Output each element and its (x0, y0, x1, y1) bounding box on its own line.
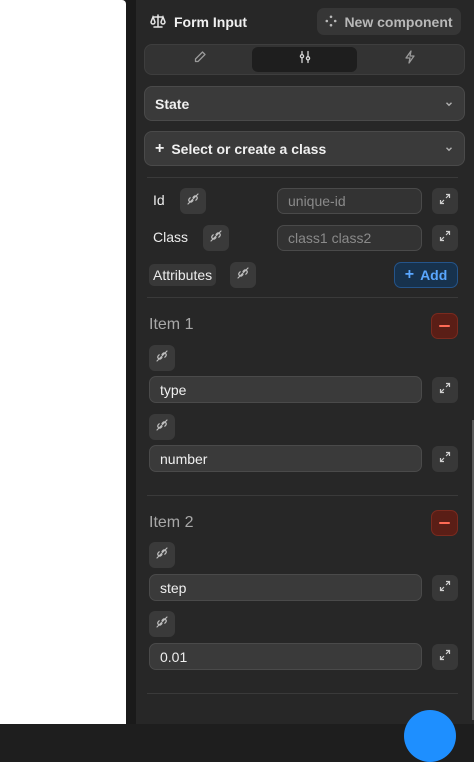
panel-tabs (144, 44, 465, 75)
minus-icon (439, 325, 450, 327)
divider (147, 693, 458, 694)
attributes-label: Attributes (149, 264, 217, 286)
unlink-icon (210, 229, 222, 247)
class-select[interactable]: + Select or create a class (144, 131, 465, 166)
tab-settings[interactable] (252, 47, 357, 72)
unlink-icon (237, 266, 249, 284)
expand-id-button[interactable] (432, 188, 458, 214)
minus-icon (439, 522, 450, 524)
new-component-button[interactable]: New component (317, 8, 461, 35)
new-component-label: New component (344, 13, 453, 30)
bind-toggle-value[interactable] (149, 611, 175, 637)
sparkle-icon (325, 14, 337, 30)
attribute-key-input[interactable]: type (149, 376, 422, 403)
lightning-icon (403, 50, 417, 69)
expand-key-button[interactable] (432, 575, 458, 601)
remove-item-button[interactable] (431, 313, 458, 339)
plus-icon: + (155, 139, 165, 157)
expand-icon (439, 648, 451, 666)
expand-value-button[interactable] (432, 644, 458, 670)
component-header: Form Input (150, 10, 247, 34)
item-title: Item 1 (149, 316, 194, 333)
expand-key-button[interactable] (432, 377, 458, 403)
expand-icon (439, 192, 451, 210)
expand-icon (439, 450, 451, 468)
expand-icon (439, 381, 451, 399)
id-input[interactable]: unique-id (277, 188, 422, 214)
id-label: Id (153, 192, 165, 208)
attribute-value-input[interactable]: 0.01 (149, 643, 422, 670)
bind-toggle-id[interactable] (180, 188, 206, 214)
class-input[interactable]: class1 class2 (277, 225, 422, 251)
add-label: Add (420, 267, 448, 283)
bind-toggle-class[interactable] (203, 225, 229, 251)
bind-toggle-value[interactable] (149, 414, 175, 440)
plus-icon: + (404, 266, 415, 283)
scale-icon (150, 13, 166, 32)
pencil-icon (193, 50, 207, 69)
bind-toggle-key[interactable] (149, 345, 175, 371)
floating-action-button[interactable] (404, 710, 456, 762)
remove-item-button[interactable] (431, 510, 458, 536)
panel-gutter (126, 0, 136, 724)
chevron-down-icon (444, 144, 454, 154)
attribute-key-input[interactable]: step (149, 574, 422, 601)
unlink-icon (156, 546, 168, 564)
bind-toggle-attributes[interactable] (230, 262, 256, 288)
class-label: Class (153, 229, 189, 245)
divider (147, 297, 458, 298)
expand-icon (439, 229, 451, 247)
state-select-value: State (155, 95, 190, 112)
unlink-icon (156, 349, 168, 367)
item-title: Item 2 (149, 514, 194, 531)
attribute-value-input[interactable]: number (149, 445, 422, 472)
divider (147, 177, 458, 178)
state-select[interactable]: State (144, 86, 465, 121)
unlink-icon (156, 418, 168, 436)
divider (147, 495, 458, 496)
expand-icon (439, 579, 451, 597)
class-select-value: Select or create a class (171, 140, 327, 157)
bind-toggle-key[interactable] (149, 542, 175, 568)
sliders-icon (298, 50, 312, 69)
properties-panel: Form Input New component State + Select … (136, 0, 474, 724)
expand-value-button[interactable] (432, 446, 458, 472)
add-attribute-button[interactable]: + Add (394, 262, 458, 288)
chevron-down-icon (444, 99, 454, 109)
expand-class-button[interactable] (432, 225, 458, 251)
unlink-icon (187, 192, 199, 210)
unlink-icon (156, 615, 168, 633)
tab-events[interactable] (357, 47, 462, 72)
canvas-preview (0, 0, 126, 724)
tab-style[interactable] (147, 47, 252, 72)
component-title: Form Input (174, 14, 248, 30)
